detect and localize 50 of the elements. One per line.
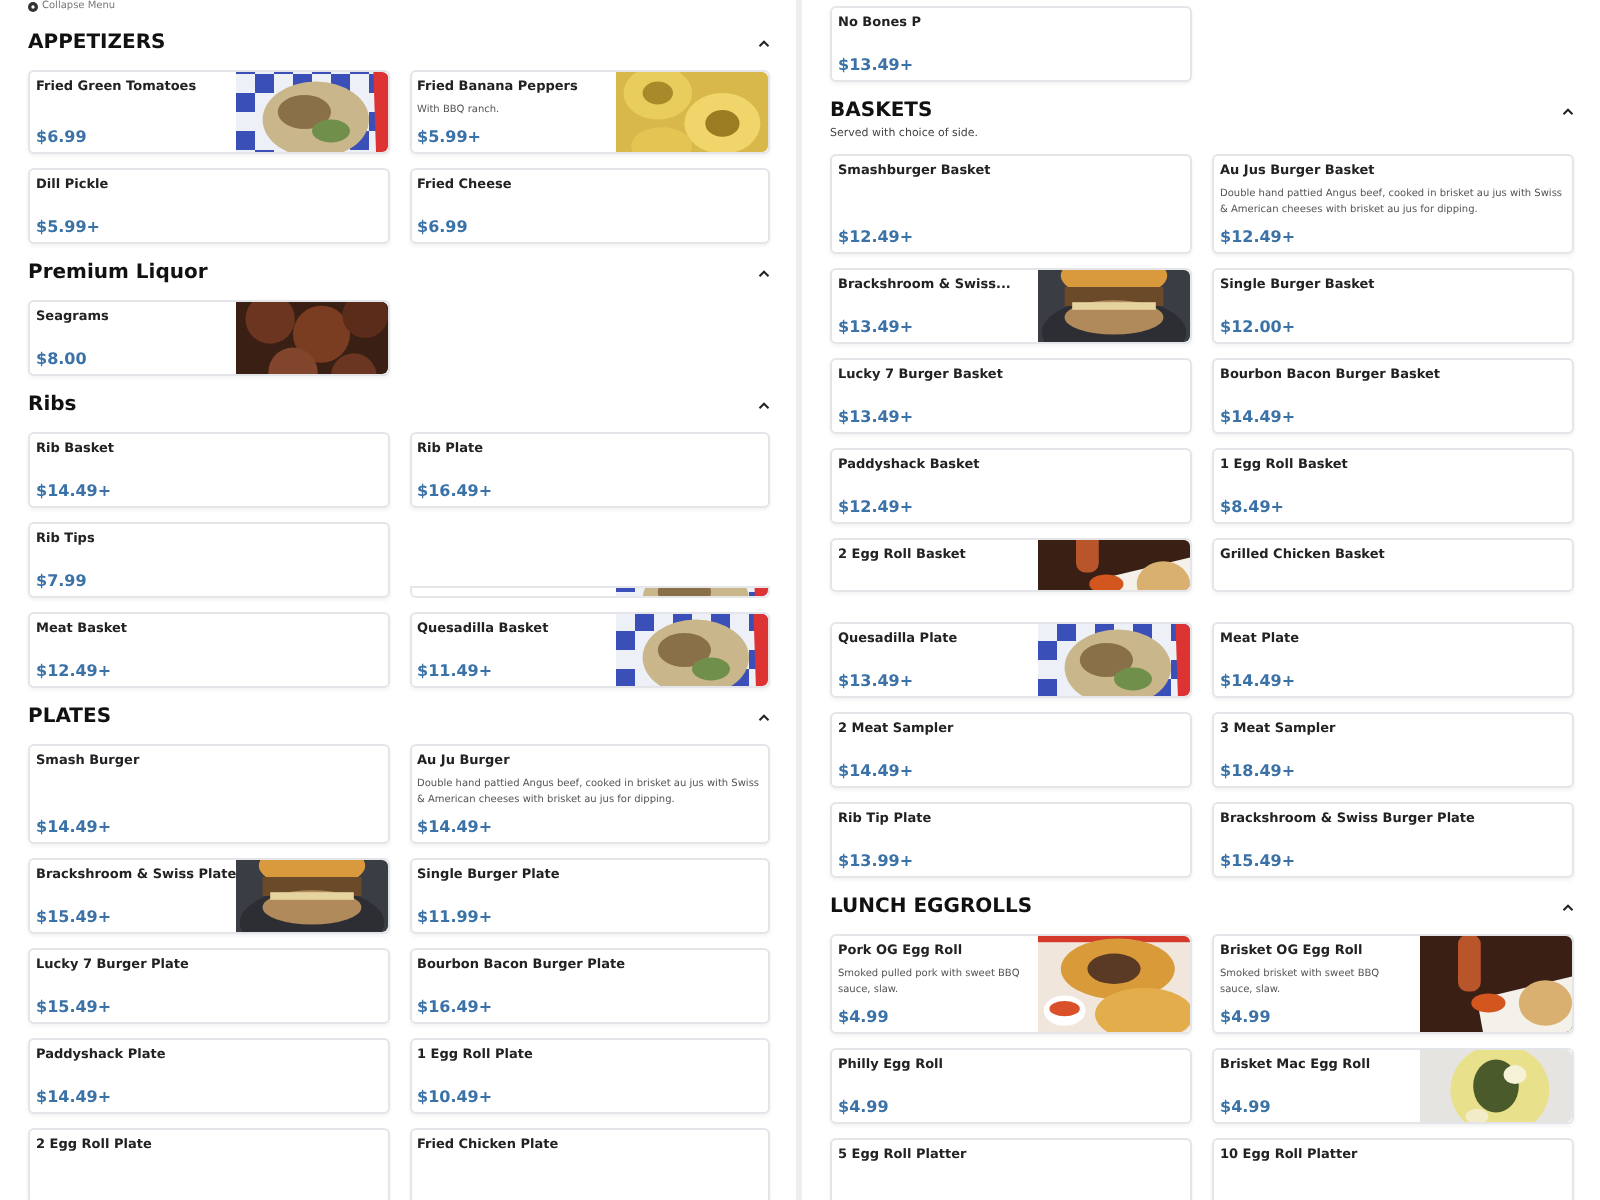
item-price: $14.49+ (417, 816, 495, 838)
gear-icon[interactable] (28, 2, 38, 12)
item-price: $12.49+ (36, 660, 114, 682)
item-price: $11.99+ (417, 906, 495, 928)
item-price: $12.49+ (838, 496, 916, 518)
section-title: PLATES (28, 704, 112, 732)
section-title: APPETIZERS (28, 30, 166, 58)
chevron-up-icon[interactable] (758, 402, 770, 410)
item-price: $15.49+ (1220, 850, 1298, 872)
item-price: $18.49+ (1220, 760, 1298, 782)
chevron-up-icon[interactable] (1562, 904, 1574, 912)
item-price: $13.99+ (838, 850, 916, 872)
item-price: $4.99 (1220, 1096, 1273, 1118)
item-price: $6.99 (36, 126, 89, 148)
chevron-up-icon[interactable] (758, 40, 770, 48)
chevron-up-icon[interactable] (758, 714, 770, 722)
item-price: $14.49+ (838, 760, 916, 782)
item-price: $14.49+ (36, 1086, 114, 1108)
item-price: $11.49+ (417, 660, 495, 682)
item-price: $5.99+ (417, 126, 484, 148)
item-price: $12.00+ (1220, 316, 1298, 338)
item-price: $13.49+ (838, 316, 916, 338)
item-price: $15.49+ (36, 906, 114, 928)
section-title: BASKETS (830, 98, 933, 126)
section-title: Premium Liquor (28, 260, 208, 288)
item-price: $4.99 (1220, 1006, 1273, 1028)
item-price: $14.49+ (36, 816, 114, 838)
item-price: $12.49+ (838, 226, 916, 248)
item-price: $8.49+ (1220, 496, 1287, 518)
item-price: $5.99+ (36, 216, 103, 238)
item-price: $4.99 (838, 1096, 891, 1118)
section-title: LUNCH EGGROLLS (830, 894, 1033, 922)
item-price: $10.49+ (417, 1086, 495, 1108)
item-price: $7.99 (36, 570, 89, 592)
item-price: $16.49+ (417, 480, 495, 502)
item-price: $8.00 (36, 348, 89, 370)
chevron-up-icon[interactable] (1562, 108, 1574, 116)
item-price: $15.49+ (36, 996, 114, 1018)
item-price: $13.49+ (838, 670, 916, 692)
chevron-up-icon[interactable] (758, 270, 770, 278)
item-price: $14.49+ (1220, 406, 1298, 428)
item-price: $13.49+ (838, 406, 916, 428)
item-price: $14.49+ (36, 480, 114, 502)
item-price: $16.49+ (417, 996, 495, 1018)
item-price: $14.49+ (1220, 670, 1298, 692)
item-price: $6.99 (417, 216, 470, 238)
section-title: Ribs (28, 392, 77, 420)
item-price: $13.49+ (838, 54, 916, 76)
item-price: $12.49+ (1220, 226, 1298, 248)
item-price: $4.99 (838, 1006, 891, 1028)
